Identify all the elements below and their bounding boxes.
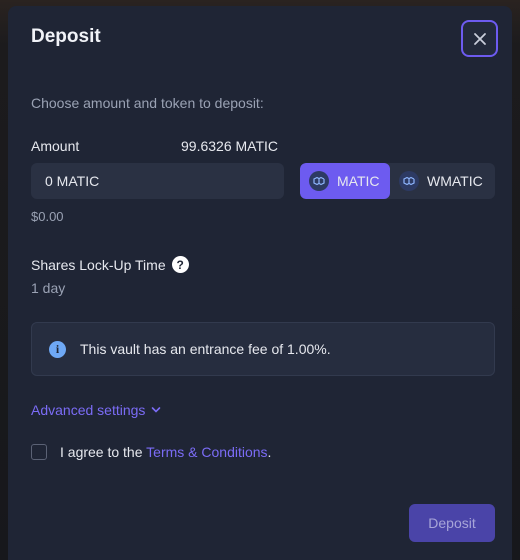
lockup-label: Shares Lock-Up Time bbox=[31, 256, 166, 273]
lockup-value: 1 day bbox=[31, 280, 66, 296]
deposit-button[interactable]: Deposit bbox=[409, 504, 495, 542]
token-selector: MATIC WMATIC bbox=[300, 163, 495, 199]
terms-agreement: I agree to the Terms & Conditions. bbox=[31, 444, 271, 460]
terms-prefix: I agree to the bbox=[60, 444, 143, 460]
modal-subtitle: Choose amount and token to deposit: bbox=[31, 95, 264, 111]
info-circle-icon: i bbox=[49, 340, 66, 358]
advanced-settings-label: Advanced settings bbox=[31, 402, 146, 418]
polygon-token-icon bbox=[309, 171, 329, 191]
lockup-label-row: Shares Lock-Up Time ? bbox=[31, 256, 189, 273]
amount-label: Amount bbox=[31, 138, 80, 154]
entrance-fee-text: This vault has an entrance fee of 1.00%. bbox=[80, 341, 331, 357]
token-option-label: MATIC bbox=[337, 173, 380, 189]
token-option-label: WMATIC bbox=[427, 173, 483, 189]
token-option-matic[interactable]: MATIC bbox=[300, 163, 390, 199]
deposit-modal: Deposit Choose amount and token to depos… bbox=[8, 6, 512, 560]
usd-value: $0.00 bbox=[31, 209, 64, 224]
modal-title: Deposit bbox=[31, 26, 101, 47]
amount-input[interactable] bbox=[31, 163, 284, 199]
polygon-token-icon bbox=[399, 171, 419, 191]
advanced-settings-toggle[interactable]: Advanced settings bbox=[31, 402, 161, 418]
terms-checkbox[interactable] bbox=[31, 444, 47, 460]
terms-link[interactable]: Terms & Conditions bbox=[146, 444, 267, 460]
terms-suffix: . bbox=[267, 444, 272, 460]
balance-value: 99.6326 MATIC bbox=[181, 138, 279, 154]
token-option-wmatic[interactable]: WMATIC bbox=[390, 163, 495, 199]
close-icon bbox=[473, 32, 486, 45]
close-button[interactable] bbox=[461, 20, 498, 57]
terms-text: I agree to the Terms & Conditions. bbox=[60, 444, 271, 460]
chevron-down-icon bbox=[152, 407, 161, 413]
entrance-fee-notice: i This vault has an entrance fee of 1.00… bbox=[31, 322, 495, 376]
question-circle-icon[interactable]: ? bbox=[171, 256, 189, 273]
